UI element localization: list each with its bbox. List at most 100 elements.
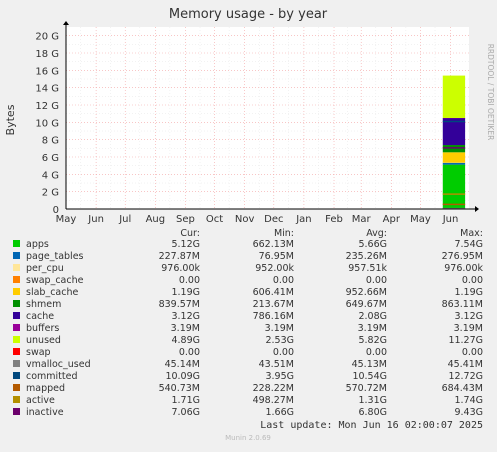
data-areas (443, 76, 465, 209)
legend-label-slab_cache: slab_cache (26, 287, 78, 298)
y-tick-label: 14 G (35, 84, 59, 95)
area-shmem (443, 145, 465, 152)
legend-cur-buffers: 3.19M (171, 323, 200, 334)
legend-swatch-apps (13, 240, 20, 247)
x-tick-label: Feb (325, 214, 343, 225)
y-tick-label: 16 G (35, 66, 59, 77)
memory-usage-chart: Memory usage - by year Bytes RRDTOOL / T… (0, 0, 497, 448)
legend-cur-page_tables: 227.87M (159, 251, 200, 262)
legend-label-vmalloc_used: vmalloc_used (26, 359, 91, 370)
legend-swatch-mapped (13, 384, 20, 391)
legend-min-committed: 3.95G (265, 371, 294, 382)
legend-cur-apps: 5.12G (171, 239, 200, 250)
area-slab_cache (443, 152, 465, 162)
legend-min-swap_cache: 0.00 (273, 275, 294, 286)
y-tick-label: 10 G (35, 118, 59, 129)
x-tick-label: Dec (264, 214, 283, 225)
last-update: Last update: Mon Jun 16 02:00:07 2025 (260, 420, 483, 431)
legend-max-swap: 0.00 (462, 347, 483, 358)
legend-cur-inactive: 7.06G (171, 407, 200, 418)
legend-label-apps: apps (26, 239, 49, 250)
legend-label-cache: cache (26, 311, 54, 322)
legend-swatch-shmem (13, 300, 20, 307)
legend-min-apps: 662.13M (253, 239, 294, 250)
legend-avg-committed: 10.54G (352, 371, 387, 382)
legend-max-buffers: 3.19M (454, 323, 483, 334)
legend-max-slab_cache: 1.19G (454, 287, 483, 298)
x-tick-label: May (56, 214, 77, 225)
legend-swatch-vmalloc_used (13, 360, 20, 367)
legend-swatch-swap_cache (13, 276, 20, 283)
legend-min-slab_cache: 606.41M (253, 287, 294, 298)
legend-swatch-committed (13, 372, 20, 379)
legend-avg-swap: 0.00 (366, 347, 387, 358)
area-unused (443, 76, 465, 118)
y-tick-label: 18 G (35, 49, 59, 60)
legend-avg-buffers: 3.19M (358, 323, 387, 334)
legend-avg-page_tables: 235.26M (346, 251, 387, 262)
x-tick-label: Jun (442, 214, 459, 225)
legend-max-mapped: 684.43M (442, 383, 483, 394)
legend-label-shmem: shmem (26, 299, 61, 310)
legend-max-shmem: 863.11M (442, 299, 483, 310)
legend-avg-unused: 5.82G (358, 335, 387, 346)
legend-cur-slab_cache: 1.19G (171, 287, 200, 298)
legend-cur-cache: 3.12G (171, 311, 200, 322)
legend-min-shmem: 213.67M (253, 299, 294, 310)
legend-label-page_tables: page_tables (26, 251, 84, 262)
legend-avg-per_cpu: 957.51k (348, 263, 387, 274)
legend-header-max: Max: (460, 228, 483, 239)
legend-min-unused: 2.53G (265, 335, 294, 346)
legend-avg-swap_cache: 0.00 (366, 275, 387, 286)
legend-header-cur: Cur: (180, 228, 200, 239)
y-axis-label: Bytes (4, 104, 17, 135)
legend-cur-vmalloc_used: 45.14M (165, 359, 200, 370)
legend-avg-slab_cache: 952.66M (346, 287, 387, 298)
y-tick-label: 12 G (35, 101, 59, 112)
legend-cur-committed: 10.09G (165, 371, 200, 382)
x-tick-label: Jul (118, 214, 131, 225)
legend-max-apps: 7.54G (454, 239, 483, 250)
legend-swatch-cache (13, 312, 20, 319)
area-apps (443, 165, 465, 209)
x-tick-label: Nov (235, 214, 255, 225)
legend-label-swap: swap (26, 347, 51, 358)
legend-cur-per_cpu: 976.00k (161, 263, 200, 274)
legend-max-committed: 12.72G (448, 371, 483, 382)
y-tick-label: 8 G (42, 136, 59, 147)
legend-max-unused: 11.27G (448, 335, 483, 346)
legend-label-mapped: mapped (26, 383, 65, 394)
legend-swatch-inactive (13, 408, 20, 415)
x-tick-label: Apr (383, 214, 401, 225)
legend-avg-cache: 2.08G (358, 311, 387, 322)
legend-avg-active: 1.31G (358, 395, 387, 406)
legend-label-committed: committed (26, 371, 78, 382)
legend-cur-unused: 4.89G (171, 335, 200, 346)
legend-min-buffers: 3.19M (265, 323, 294, 334)
x-tick-label: May (410, 214, 431, 225)
chart-title: Memory usage - by year (169, 7, 328, 22)
x-tick-label: Jan (295, 214, 311, 225)
legend-label-unused: unused (26, 335, 61, 346)
legend-max-page_tables: 276.95M (442, 251, 483, 262)
legend-min-active: 498.27M (253, 395, 294, 406)
legend-min-page_tables: 76.95M (259, 251, 294, 262)
legend-avg-shmem: 649.67M (346, 299, 387, 310)
legend-label-inactive: inactive (26, 407, 64, 418)
x-tick-label: Jun (87, 214, 104, 225)
y-tick-label: 6 G (42, 153, 59, 164)
legend-avg-vmalloc_used: 45.13M (352, 359, 387, 370)
legend-label-buffers: buffers (26, 323, 59, 334)
legend-swatch-buffers (13, 324, 20, 331)
legend-max-per_cpu: 976.00k (444, 263, 483, 274)
munin-graph: Memory usage - by year Bytes RRDTOOL / T… (0, 0, 497, 448)
legend-label-per_cpu: per_cpu (26, 263, 64, 274)
legend-min-swap: 0.00 (273, 347, 294, 358)
x-tick-label: Oct (206, 214, 223, 225)
legend-min-vmalloc_used: 43.51M (259, 359, 294, 370)
x-tick-label: Aug (146, 214, 166, 225)
legend-min-inactive: 1.66G (265, 407, 294, 418)
legend-max-active: 1.74G (454, 395, 483, 406)
legend-cur-swap_cache: 0.00 (179, 275, 200, 286)
legend-min-per_cpu: 952.00k (255, 263, 294, 274)
